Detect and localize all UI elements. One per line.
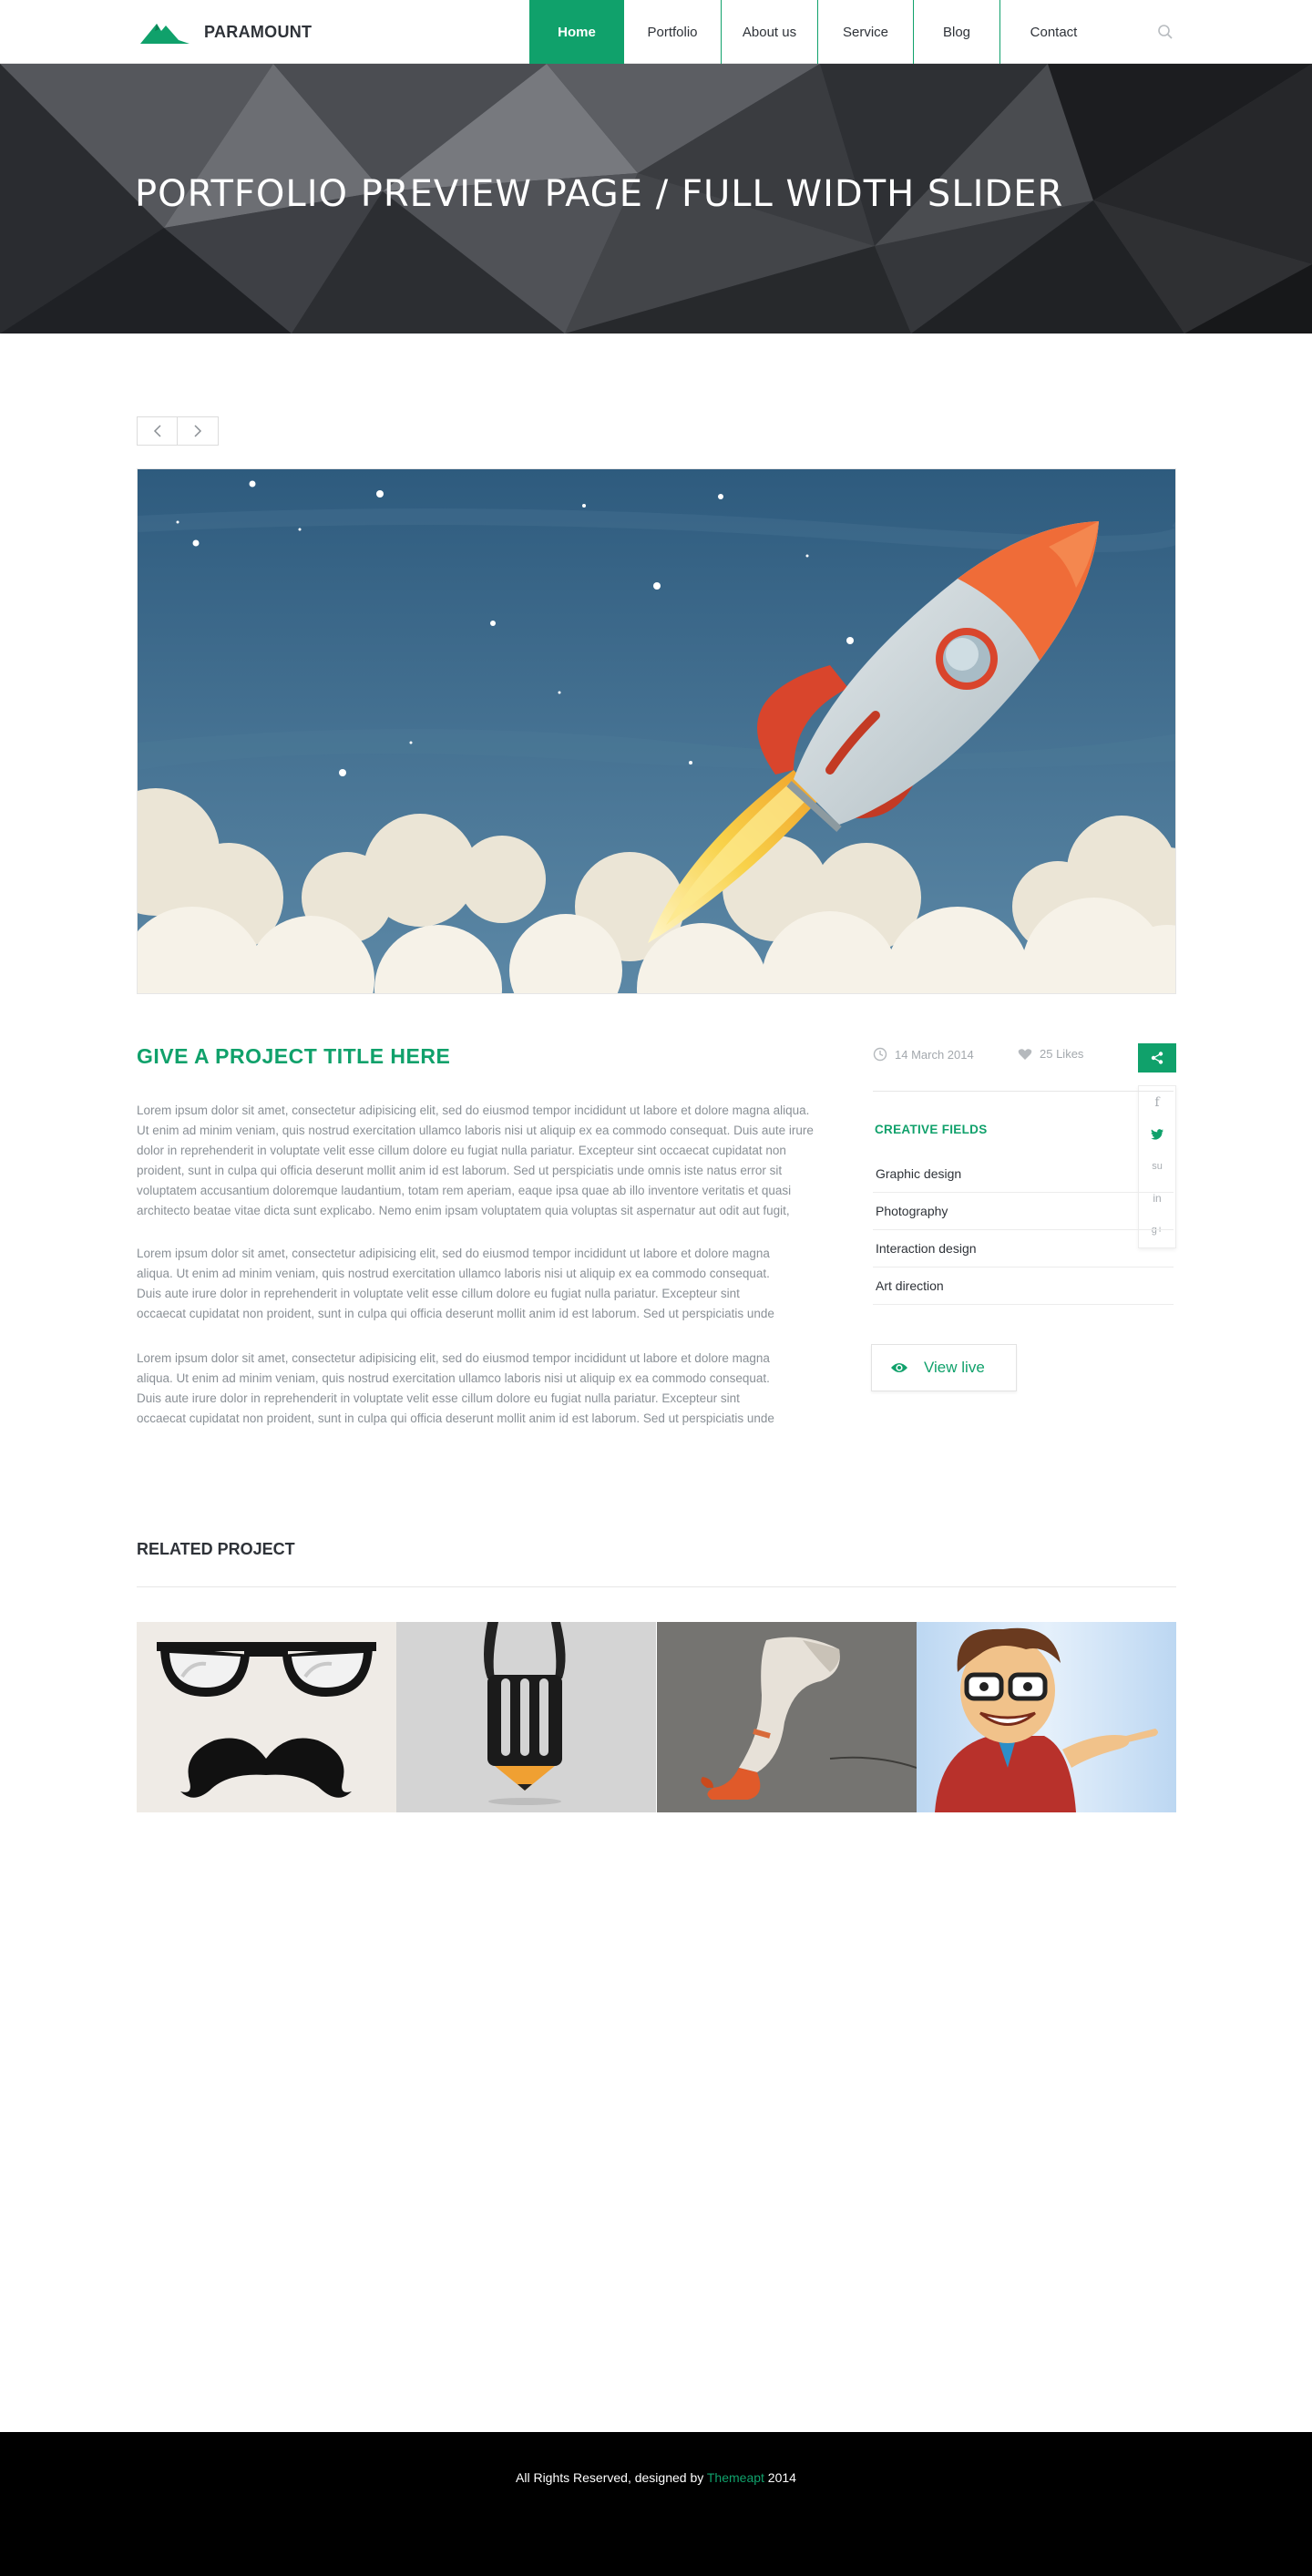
eye-icon xyxy=(891,1363,907,1372)
slider-controls xyxy=(137,416,219,446)
project-likes[interactable]: 25 Likes xyxy=(1018,1047,1083,1061)
creative-field-item[interactable]: Photography xyxy=(873,1193,1174,1230)
creative-field-item[interactable]: Art direction xyxy=(873,1267,1174,1305)
logo-mountain-icon xyxy=(140,24,190,44)
nav-service[interactable]: Service xyxy=(817,0,913,64)
nav-portfolio-label: Portfolio xyxy=(647,24,698,40)
nav-contact[interactable]: Contact xyxy=(999,0,1107,64)
footer-text-after: 2014 xyxy=(764,2470,796,2485)
creative-field-item[interactable]: Interaction design xyxy=(873,1230,1174,1267)
site-header: PARAMOUNT Home Portfolio About us Service… xyxy=(0,0,1312,64)
nav-home[interactable]: Home xyxy=(529,0,624,64)
share-icon xyxy=(1151,1052,1163,1064)
project-likes-text: 25 Likes xyxy=(1040,1047,1084,1061)
footer-copyright: All Rights Reserved, designed by Themeap… xyxy=(0,2470,1312,2485)
facebook-icon: f xyxy=(1154,1094,1160,1110)
nav-contact-label: Contact xyxy=(1030,24,1078,40)
site-footer: All Rights Reserved, designed by Themeap… xyxy=(0,2432,1312,2576)
rocket-illustration-image xyxy=(138,469,1175,993)
logo[interactable]: PARAMOUNT xyxy=(138,18,312,46)
nav-blog[interactable]: Blog xyxy=(913,0,999,64)
slider-next-button[interactable] xyxy=(178,416,219,446)
main-nav: Home Portfolio About us Service Blog Cont… xyxy=(529,0,1107,64)
nav-home-label: Home xyxy=(558,24,596,40)
cartoon-man-image xyxy=(916,1622,1176,1812)
twitter-icon xyxy=(1151,1128,1163,1140)
clock-icon xyxy=(873,1047,887,1062)
project-date: 14 March 2014 xyxy=(873,1047,974,1062)
related-grid xyxy=(137,1622,1176,1812)
glasses-mustache-image xyxy=(137,1622,396,1812)
related-tile[interactable] xyxy=(656,1622,917,1812)
related-tile[interactable] xyxy=(137,1622,396,1812)
page-title: PORTFOLIO PREVIEW PAGE / FULL WIDTH SLID… xyxy=(135,173,1064,215)
creative-fields-list: Graphic design Photography Interaction d… xyxy=(873,1155,1174,1305)
project-paragraph-2: Lorem ipsum dolor sit amet, consectetur … xyxy=(137,1247,774,1320)
creative-field-item[interactable]: Graphic design xyxy=(873,1155,1174,1193)
logo-text: PARAMOUNT xyxy=(204,22,313,41)
heart-icon xyxy=(1018,1048,1032,1060)
project-paragraph-3: Lorem ipsum dolor sit amet, consectetur … xyxy=(137,1351,774,1425)
slider-prev-button[interactable] xyxy=(137,416,178,446)
project-paragraph-1: Lorem ipsum dolor sit amet, consectetur … xyxy=(137,1103,814,1217)
nav-service-label: Service xyxy=(842,24,889,40)
chevron-right-icon xyxy=(194,425,202,437)
pencil-hand-image xyxy=(396,1622,657,1812)
portfolio-slide[interactable] xyxy=(137,468,1176,994)
paint-tube-image xyxy=(656,1622,917,1812)
related-divider xyxy=(137,1586,1176,1587)
footer-brand-link[interactable]: Themeapt xyxy=(707,2470,764,2485)
project-title: GIVE A PROJECT TITLE HERE xyxy=(137,1044,451,1068)
nav-blog-label: Blog xyxy=(942,24,971,40)
project-date-text: 14 March 2014 xyxy=(895,1047,974,1062)
nav-portfolio[interactable]: Portfolio About us xyxy=(624,0,817,64)
nav-about[interactable]: About us xyxy=(721,0,817,64)
search-icon[interactable] xyxy=(1156,23,1174,41)
view-live-label: View live xyxy=(924,1359,985,1376)
creative-fields-title: CREATIVE FIELDS xyxy=(875,1123,988,1136)
hero-banner: PORTFOLIO PREVIEW PAGE / FULL WIDTH SLID… xyxy=(0,64,1312,334)
chevron-left-icon xyxy=(153,425,161,437)
view-live-button[interactable]: View live xyxy=(871,1344,1017,1391)
footer-text-before: All Rights Reserved, designed by xyxy=(516,2470,707,2485)
related-tile[interactable] xyxy=(916,1622,1176,1812)
share-button[interactable] xyxy=(1138,1043,1176,1072)
related-title: RELATED PROJECT xyxy=(137,1540,295,1558)
share-twitter-button[interactable] xyxy=(1139,1118,1175,1150)
meta-divider xyxy=(873,1091,1174,1092)
nav-about-label: About us xyxy=(742,24,797,40)
related-tile[interactable] xyxy=(396,1622,657,1812)
